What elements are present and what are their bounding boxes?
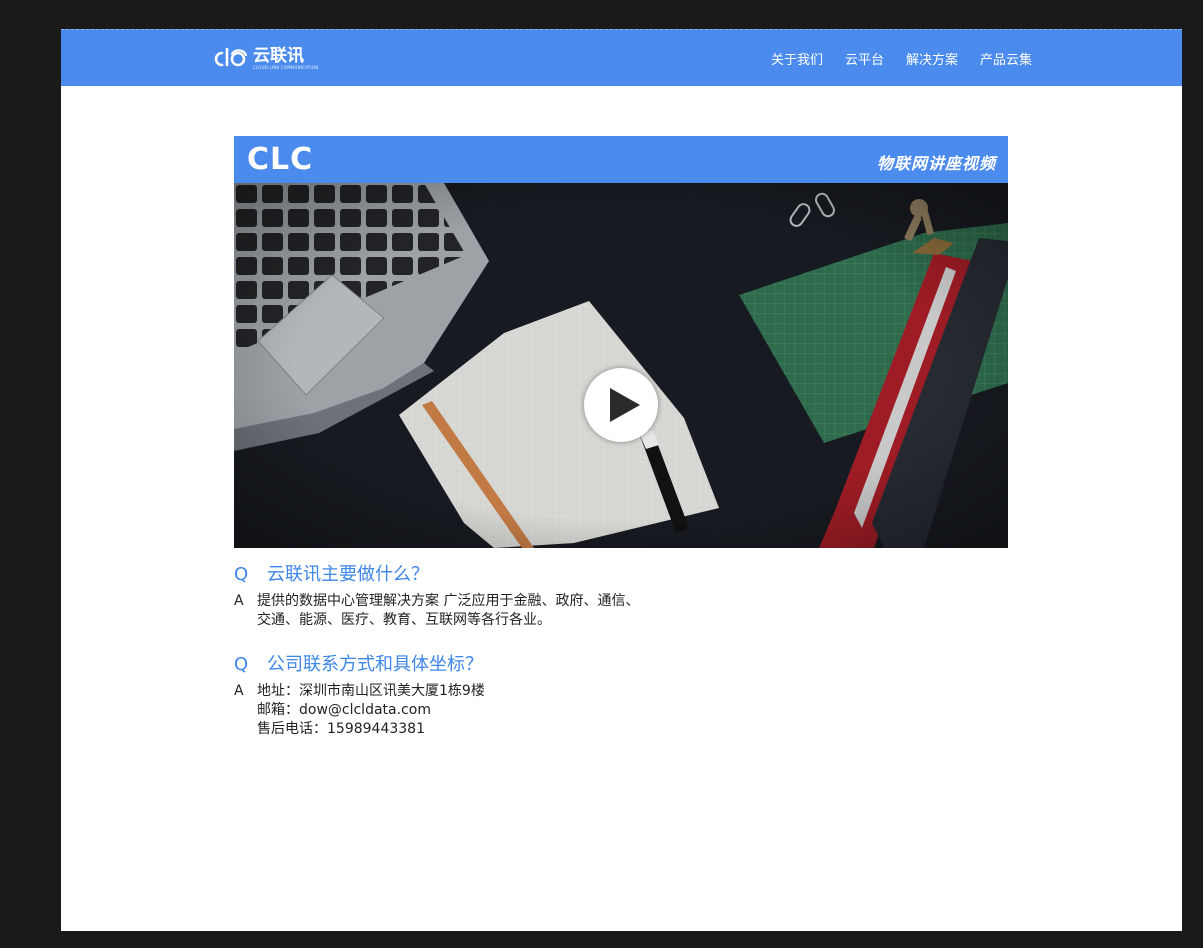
cloud-logo-icon [214,47,248,67]
answer-line: 提供的数据中心管理解决方案 广泛应用于金融、政府、通信、 [257,593,640,609]
video-player[interactable]: CLC 物联网讲座视频 [234,136,1008,548]
question-mark-label: Q [234,654,249,675]
nav-cloud-platform[interactable]: 云平台 [845,49,884,68]
faq-answer: A 地址：深圳市南山区讯美大厦1栋9楼 邮箱：dow@clcldata.com … [234,682,934,739]
faq-question: Q 公司联系方式和具体坐标？ [234,650,934,676]
logo-name: 云联讯 [253,45,304,66]
email-line[interactable]: 邮箱：dow@clcldata.com [257,701,485,720]
top-navbar: 云联讯 CLOUD LINK COMMUNICATION 关于我们 云平台 解决… [61,29,1182,86]
answer-line: 交通、能源、医疗、教育、互联网等各行各业。 [257,612,551,628]
video-caption: 物联网讲座视频 [876,154,996,173]
logo[interactable]: 云联讯 CLOUD LINK COMMUNICATION [213,42,318,74]
main-nav: 关于我们 云平台 解决方案 产品云集 [771,30,1032,87]
video-brand: CLC [247,142,314,177]
answer-mark-label: A [234,683,244,699]
question-text: 公司联系方式和具体坐标？ [267,654,483,675]
nav-products[interactable]: 产品云集 [980,49,1032,68]
logo-subtitle: CLOUD LINK COMMUNICATION [253,64,319,70]
address-line: 地址：深圳市南山区讯美大厦1栋9楼 [257,683,485,699]
faq-answer: A 提供的数据中心管理解决方案 广泛应用于金融、政府、通信、 交通、能源、医疗、… [234,592,934,630]
question-mark-label: Q [234,564,249,585]
play-button[interactable] [584,368,658,442]
question-text: 云联讯主要做什么？ [267,564,429,585]
nav-about[interactable]: 关于我们 [771,49,823,68]
page: 云联讯 CLOUD LINK COMMUNICATION 关于我们 云平台 解决… [61,29,1182,931]
faq-item: Q 云联讯主要做什么？ A 提供的数据中心管理解决方案 广泛应用于金融、政府、通… [234,560,934,630]
phone-line[interactable]: 售后电话：15989443381 [257,720,485,739]
answer-mark-label: A [234,593,244,609]
nav-solutions[interactable]: 解决方案 [906,49,958,68]
faq-item: Q 公司联系方式和具体坐标？ A 地址：深圳市南山区讯美大厦1栋9楼 邮箱：do… [234,650,934,739]
faq-question: Q 云联讯主要做什么？ [234,560,934,586]
play-icon [610,388,640,422]
video-thumbnail [234,183,1008,548]
video-title-bar: CLC 物联网讲座视频 [234,136,1008,183]
